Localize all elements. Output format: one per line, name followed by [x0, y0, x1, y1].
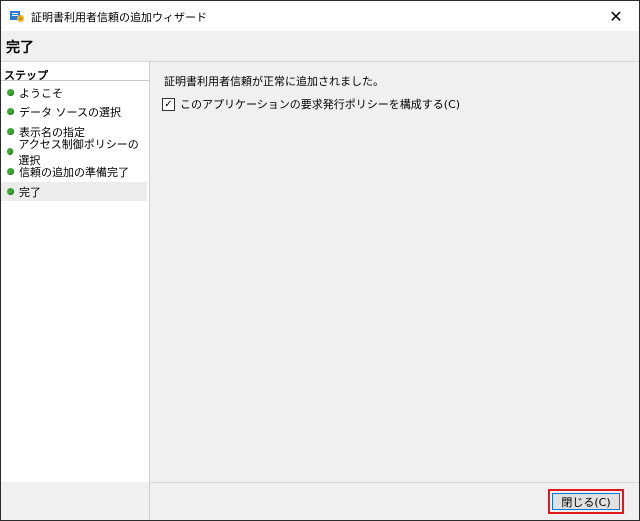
- window-close-button[interactable]: ✕: [593, 1, 639, 31]
- configure-policy-checkbox[interactable]: ✓: [162, 97, 175, 111]
- step-ready-to-add-trust: 信頼の追加の準備完了: [1, 162, 147, 181]
- checkmark-icon: ✓: [164, 98, 173, 110]
- configure-policy-label: このアプリケーションの要求発行ポリシーを構成する(C): [180, 98, 461, 111]
- step-label: 完了: [19, 185, 41, 199]
- steps-sidebar: ステップ ようこそ データ ソースの選択 表示名の指定 アクセス制御ポリシーの選…: [1, 62, 150, 482]
- step-complete-icon: [7, 108, 14, 115]
- main-content: 証明書利用者信頼が正常に追加されました。 ✓ このアプリケーションの要求発行ポリ…: [150, 62, 639, 482]
- success-message: 証明書利用者信頼が正常に追加されました。: [164, 75, 384, 88]
- step-finish: 完了: [1, 182, 147, 201]
- page-title: 完了: [6, 40, 34, 56]
- configure-policy-option[interactable]: ✓ このアプリケーションの要求発行ポリシーを構成する(C): [162, 96, 460, 112]
- step-complete-icon: [7, 128, 14, 135]
- step-complete-icon: [7, 89, 14, 96]
- step-complete-icon: [7, 168, 14, 175]
- step-label: 信頼の追加の準備完了: [19, 165, 129, 179]
- step-complete-icon: [7, 188, 14, 195]
- page-header: 完了: [1, 31, 639, 62]
- dialog-footer: 閉じる(C): [150, 482, 639, 520]
- certificate-trust-icon: [10, 11, 24, 22]
- step-choose-access-control-policy: アクセス制御ポリシーの選択: [1, 138, 147, 167]
- title-bar: 証明書利用者信頼の追加ウィザード ✕: [1, 1, 639, 31]
- step-welcome: ようこそ: [1, 83, 147, 102]
- close-icon: ✕: [609, 6, 623, 26]
- step-label: ようこそ: [19, 86, 63, 100]
- steps-divider: [1, 80, 149, 81]
- step-complete-icon: [7, 148, 14, 155]
- wizard-window: 証明書利用者信頼の追加ウィザード ✕ 完了 ステップ ようこそ データ ソースの…: [0, 0, 640, 521]
- window-title: 証明書利用者信頼の追加ウィザード: [31, 11, 207, 24]
- sidebar-footer: [1, 482, 150, 520]
- close-button[interactable]: 閉じる(C): [552, 493, 620, 510]
- step-label: データ ソースの選択: [19, 105, 121, 119]
- step-select-data-source: データ ソースの選択: [1, 102, 147, 121]
